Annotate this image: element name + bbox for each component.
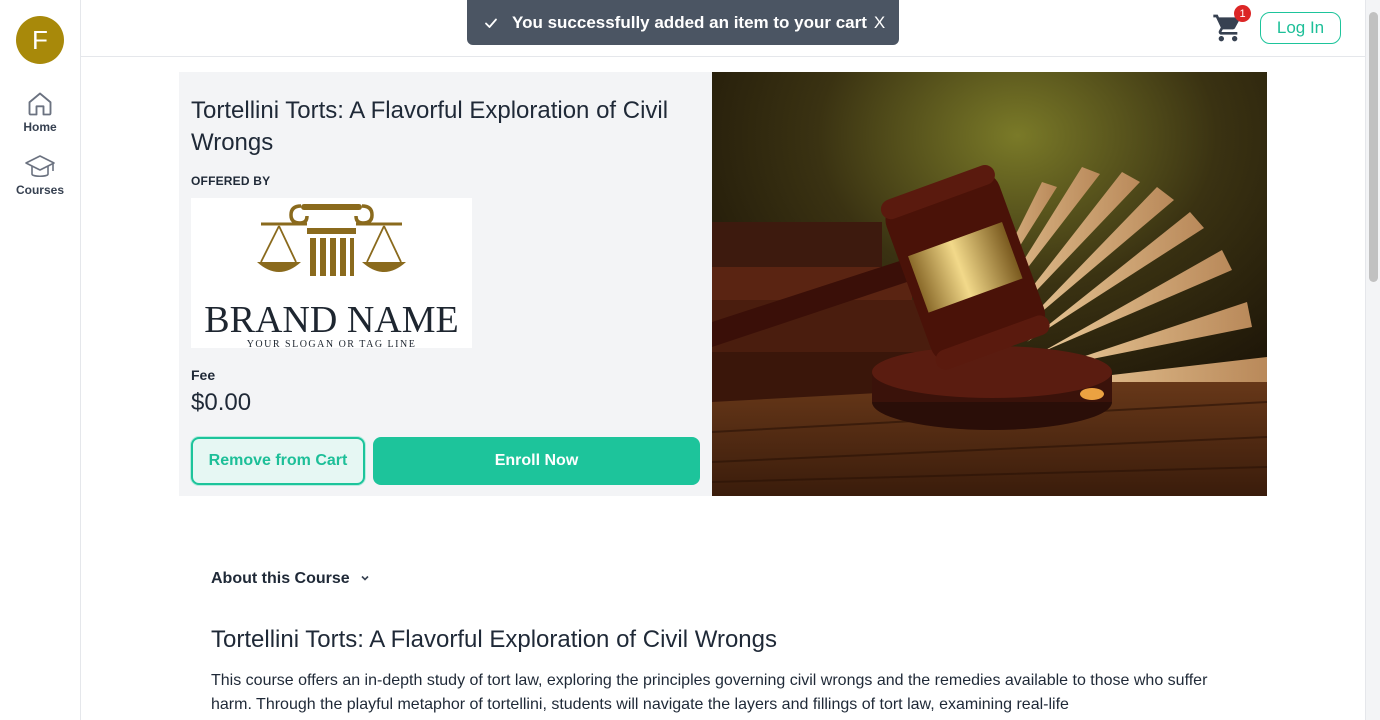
course-hero-card: Tortellini Torts: A Flavorful Exploratio… (179, 72, 712, 496)
fee-value: $0.00 (191, 389, 252, 416)
page-scrollbar[interactable] (1365, 0, 1380, 720)
enroll-now-button[interactable]: Enroll Now (373, 437, 700, 485)
avatar[interactable]: F (16, 16, 64, 64)
course-image (712, 72, 1267, 496)
about-course-title: Tortellini Torts: A Flavorful Exploratio… (211, 626, 778, 653)
about-course-label: About this Course (211, 570, 350, 587)
brand-name-text: BRAND NAME (204, 299, 458, 341)
check-icon (484, 16, 498, 30)
scrollbar-thumb[interactable] (1369, 12, 1378, 282)
login-button[interactable]: Log In (1260, 12, 1341, 44)
offered-by-label: OFFERED BY (191, 174, 271, 188)
brand-slogan-text: YOUR SLOGAN OR TAG LINE (247, 339, 417, 348)
course-title: Tortellini Torts: A Flavorful Exploratio… (191, 97, 669, 156)
about-course-toggle[interactable]: About this Course (211, 570, 370, 588)
success-toast: You successfully added an item to your c… (467, 0, 899, 45)
about-course-description: This course offers an in-depth study of … (211, 672, 1208, 713)
brand-logo: BRAND NAME YOUR SLOGAN OR TAG LINE (191, 198, 472, 350)
sidebar-item-label: Courses (15, 183, 65, 197)
toast-message: You successfully added an item to your c… (512, 12, 867, 32)
home-icon (26, 90, 54, 118)
sidebar: F Home Courses (0, 0, 81, 720)
chevron-down-icon (350, 570, 370, 588)
cart-count-badge: 1 (1234, 5, 1251, 22)
toast-close-button[interactable]: X (874, 13, 885, 33)
remove-from-cart-button[interactable]: Remove from Cart (191, 437, 365, 485)
sidebar-item-courses[interactable]: Courses (0, 153, 80, 197)
sidebar-item-label: Home (23, 120, 57, 134)
fee-label: Fee (191, 367, 216, 383)
graduation-cap-icon (24, 153, 56, 181)
sidebar-item-home[interactable]: Home (0, 90, 80, 134)
